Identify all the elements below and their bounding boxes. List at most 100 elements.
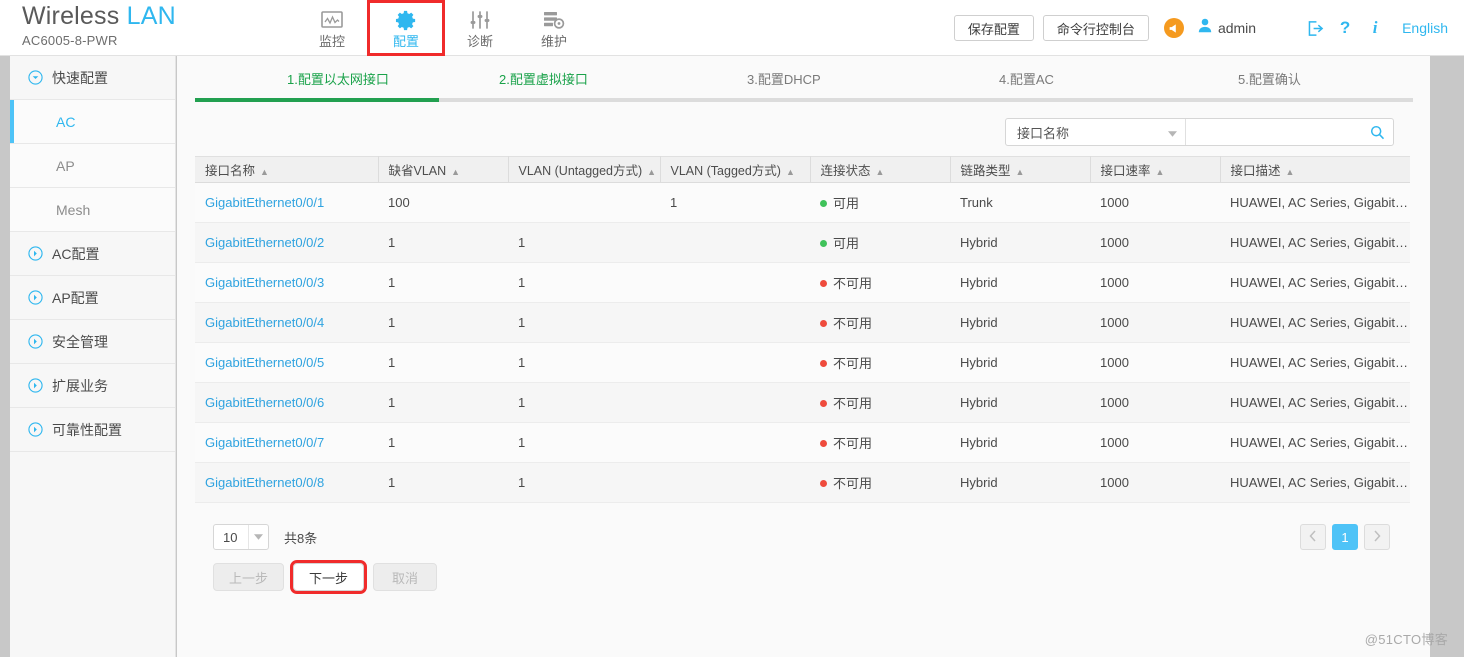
cell-speed: 1000 xyxy=(1090,342,1220,383)
help-question-icon[interactable]: ? xyxy=(1330,18,1360,38)
cell-interface-name-text[interactable]: GigabitEthernet0/0/3 xyxy=(205,275,324,290)
col-label-speed: 接口速率 xyxy=(1100,164,1151,178)
cell-interface-name-text[interactable]: GigabitEthernet0/0/7 xyxy=(205,435,324,450)
cell-interface-name-text[interactable]: GigabitEthernet0/0/1 xyxy=(205,195,324,210)
col-header-speed[interactable]: 接口速率 ▲ xyxy=(1090,156,1221,183)
wizard-step-5[interactable]: 5.配置确认 xyxy=(1165,69,1408,88)
next-step-button[interactable]: 下一步 xyxy=(290,560,368,594)
cell-interface-name: GigabitEthernet0/0/4 xyxy=(195,302,378,343)
sidebar-item-reliability[interactable]: 可靠性配置 xyxy=(10,408,175,452)
col-label-vlan-tagged: VLAN (Tagged方式) xyxy=(670,164,781,178)
next-page-button[interactable] xyxy=(1364,524,1390,550)
cell-vlan-tagged xyxy=(660,382,810,423)
cell-link-type: Hybrid xyxy=(950,222,1090,263)
nav-item-monitor[interactable]: 监控 xyxy=(295,2,369,54)
cell-link-status: 不可用 xyxy=(810,422,950,463)
status-dot-icon xyxy=(820,480,827,487)
nav-item-maintenance[interactable]: 维护 xyxy=(517,2,591,54)
sort-asc-caret-icon: ▲ xyxy=(785,166,795,177)
table-row[interactable]: GigabitEthernet0/0/2 1 1 可用 Hybrid 1000 HUAWEI… xyxy=(195,222,1410,263)
table-row[interactable]: GigabitEthernet0/0/5 1 1 不可用 Hybrid 1000 HUAWE… xyxy=(195,342,1410,383)
sidebar-label-security: 安全管理 xyxy=(52,333,108,350)
brand-title: Wireless LAN xyxy=(22,2,176,31)
cell-interface-name-text[interactable]: GigabitEthernet0/0/5 xyxy=(205,355,324,370)
cell-vlan-tagged xyxy=(660,222,810,263)
table-row[interactable]: GigabitEthernet0/0/7 1 1 不可用 Hybrid 1000 HUAWE… xyxy=(195,422,1410,463)
table-row[interactable]: GigabitEthernet0/0/6 1 1 不可用 Hybrid 1000 HUAWE… xyxy=(195,382,1410,423)
device-model: AC6005-8-PWR xyxy=(22,33,118,48)
search-input[interactable] xyxy=(1186,119,1361,145)
page-button-1[interactable]: 1 xyxy=(1332,524,1358,550)
cell-default-vlan: 1 xyxy=(378,342,508,383)
logout-icon[interactable] xyxy=(1300,20,1330,37)
col-header-description[interactable]: 接口描述 ▲ xyxy=(1220,156,1410,183)
prev-page-button[interactable] xyxy=(1300,524,1326,550)
chevron-down-icon xyxy=(1168,125,1177,140)
alarm-bell-icon[interactable] xyxy=(1163,18,1184,38)
right-gutter xyxy=(1430,56,1464,657)
search-icon[interactable] xyxy=(1361,119,1393,145)
wizard-step-2[interactable]: 2.配置虚拟接口 xyxy=(436,69,679,88)
nav-label-maintenance: 维护 xyxy=(540,34,567,49)
cell-interface-name-text[interactable]: GigabitEthernet0/0/8 xyxy=(205,475,324,490)
col-label-default-vlan: 缺省VLAN xyxy=(388,164,447,178)
pagination: 1 xyxy=(1300,524,1390,550)
sidebar-item-ap-config[interactable]: AP配置 xyxy=(10,276,175,320)
sidebar-item-ac[interactable]: AC xyxy=(10,100,175,144)
table-row[interactable]: GigabitEthernet0/0/8 1 1 不可用 Hybrid 1000 HUAWE… xyxy=(195,462,1410,503)
sidebar-label-reliability: 可靠性配置 xyxy=(52,421,122,438)
sort-asc-caret-icon: ▲ xyxy=(875,166,885,177)
cancel-button[interactable]: 取消 xyxy=(373,563,438,591)
cell-description: HUAWEI, AC Series, GigabitEth... xyxy=(1220,462,1410,503)
cell-interface-name-text[interactable]: GigabitEthernet0/0/4 xyxy=(205,315,324,330)
table-row[interactable]: GigabitEthernet0/0/4 1 1 不可用 Hybrid 1000 HUAWE… xyxy=(195,302,1410,343)
cell-default-vlan: 1 xyxy=(378,382,508,423)
wizard-step-1[interactable]: 1.配置以太网接口 xyxy=(193,69,436,88)
col-header-link-status[interactable]: 连接状态 ▲ xyxy=(810,156,951,183)
sidebar-item-security[interactable]: 安全管理 xyxy=(10,320,175,364)
wizard-step-4[interactable]: 4.配置AC xyxy=(922,69,1165,88)
sidebar-item-ap[interactable]: AP xyxy=(10,144,175,188)
status-dot-icon xyxy=(820,400,827,407)
prev-step-button[interactable]: 上一步 xyxy=(213,563,285,591)
col-header-interface-name[interactable]: 接口名称 ▲ xyxy=(195,156,379,183)
table-row[interactable]: GigabitEthernet0/0/3 1 1 不可用 Hybrid 1000 HUAWE… xyxy=(195,262,1410,303)
chevron-right-circle-icon xyxy=(28,246,43,261)
wizard-step-3[interactable]: 3.配置DHCP xyxy=(679,69,922,88)
cell-default-vlan: 1 xyxy=(378,262,508,303)
cell-vlan-tagged xyxy=(660,262,810,303)
search-field-select[interactable]: 接口名称 xyxy=(1006,119,1186,145)
page-size-select[interactable]: 10 xyxy=(213,524,269,550)
cell-speed: 1000 xyxy=(1090,422,1220,463)
sidebar-item-mesh[interactable]: Mesh xyxy=(10,188,175,232)
col-header-default-vlan[interactable]: 缺省VLAN ▲ xyxy=(378,156,509,183)
maintenance-icon xyxy=(543,8,565,32)
nav-item-config[interactable]: 配置 xyxy=(367,0,445,56)
status-text: 可用 xyxy=(833,196,860,211)
brand-title-main: Wireless xyxy=(22,2,120,30)
nav-item-diagnosis[interactable]: 诊断 xyxy=(443,2,517,54)
cli-console-button[interactable]: 命令行控制台 xyxy=(1042,15,1149,41)
cell-vlan-untagged: 1 xyxy=(508,422,660,463)
col-header-link-type[interactable]: 链路类型 ▲ xyxy=(950,156,1091,183)
sidebar-item-extended-services[interactable]: 扩展业务 xyxy=(10,364,175,408)
status-text: 不可用 xyxy=(833,436,873,451)
sidebar-label-ac-config: AC配置 xyxy=(52,245,100,262)
user-menu[interactable]: admin xyxy=(1198,18,1256,38)
language-switch[interactable]: English xyxy=(1402,20,1448,36)
cell-interface-name: GigabitEthernet0/0/7 xyxy=(195,422,378,463)
sidebar-item-ac-config[interactable]: AC配置 xyxy=(10,232,175,276)
cell-interface-name-text[interactable]: GigabitEthernet0/0/6 xyxy=(205,395,324,410)
cell-link-status: 不可用 xyxy=(810,302,950,343)
cell-interface-name-text[interactable]: GigabitEthernet0/0/2 xyxy=(205,235,324,250)
col-header-vlan-tagged[interactable]: VLAN (Tagged方式) ▲ xyxy=(660,156,811,183)
cell-link-type: Hybrid xyxy=(950,262,1090,303)
save-config-button[interactable]: 保存配置 xyxy=(953,15,1034,41)
sidebar-label-extended-services: 扩展业务 xyxy=(52,377,108,394)
info-icon[interactable]: i xyxy=(1360,18,1390,38)
brand: Wireless LAN AC6005-8-PWR xyxy=(22,2,176,48)
table-row[interactable]: GigabitEthernet0/0/1 100 1 可用 Trunk 1000 HUAWE… xyxy=(195,182,1410,223)
cell-speed: 1000 xyxy=(1090,462,1220,503)
sidebar-item-quick-config[interactable]: 快速配置 xyxy=(10,56,175,100)
col-header-vlan-untagged[interactable]: VLAN (Untagged方式) ▲ xyxy=(508,156,661,183)
